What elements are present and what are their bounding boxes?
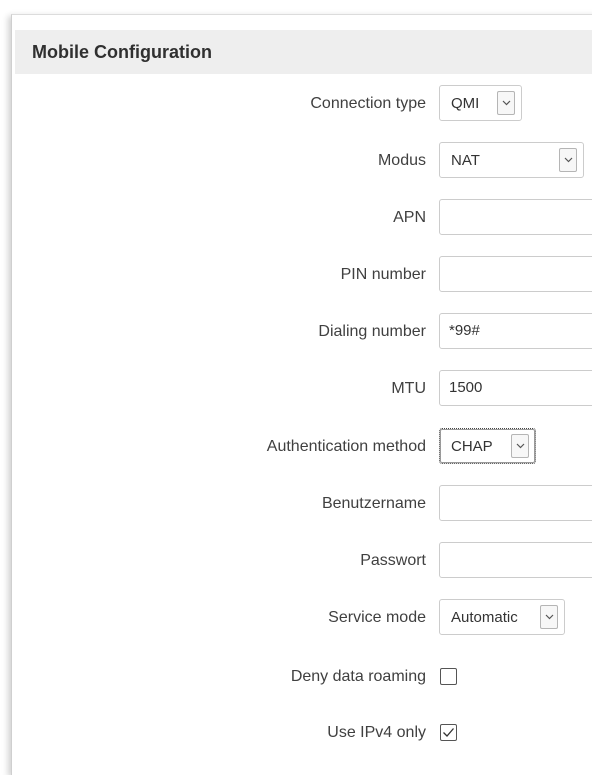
chevron-down-icon[interactable] [540,605,558,629]
modus-select[interactable]: NAT [439,142,584,178]
username-input[interactable] [439,485,592,521]
password-input[interactable] [439,542,592,578]
apn-label: APN [393,209,426,226]
deny-roaming-checkbox[interactable] [440,668,457,685]
ipv4-only-checkbox[interactable] [440,724,457,741]
row-pin-number: PIN number [0,255,592,295]
row-username: Benutzername [0,484,592,524]
auth-method-value: CHAP [451,437,493,455]
modus-label: Modus [377,152,426,169]
row-modus: Modus NAT [0,141,592,181]
username-label: Benutzername [321,495,426,512]
service-mode-value: Automatic [451,608,518,626]
row-ipv4-only: Use IPv4 only [0,713,592,753]
row-connection-type: Connection type QMI [0,84,592,124]
connection-type-label: Connection type [310,95,426,112]
row-apn: APN [0,198,592,238]
dialing-number-input[interactable]: *99# [439,313,592,349]
row-password: Passwort [0,541,592,581]
ipv4-only-label: Use IPv4 only [327,724,426,741]
panel-header: Mobile Configuration [15,30,592,74]
panel-title: Mobile Configuration [32,41,212,62]
checkmark-icon [443,728,454,737]
service-mode-label: Service mode [328,609,426,626]
apn-input[interactable] [439,199,592,235]
chevron-down-icon[interactable] [497,91,515,115]
pin-number-input[interactable] [439,256,592,292]
auth-method-select[interactable]: CHAP [439,428,536,464]
row-service-mode: Service mode Automatic [0,598,592,638]
row-mtu: MTU 1500 [0,369,592,409]
dialing-number-label: Dialing number [318,323,426,340]
mtu-input[interactable]: 1500 [439,370,592,406]
chevron-down-icon[interactable] [511,434,529,458]
password-label: Passwort [360,552,426,569]
mtu-label: MTU [391,380,426,397]
deny-roaming-label: Deny data roaming [290,668,426,685]
chevron-down-icon[interactable] [559,148,577,172]
row-auth-method: Authentication method CHAP [0,427,592,467]
row-dialing-number: Dialing number *99# [0,312,592,352]
row-deny-roaming: Deny data roaming [0,657,592,697]
connection-type-value: QMI [451,94,480,112]
pin-number-label: PIN number [340,266,426,283]
connection-type-select[interactable]: QMI [439,85,522,121]
service-mode-select[interactable]: Automatic [439,599,565,635]
auth-method-label: Authentication method [266,438,426,455]
modus-value: NAT [451,151,480,169]
